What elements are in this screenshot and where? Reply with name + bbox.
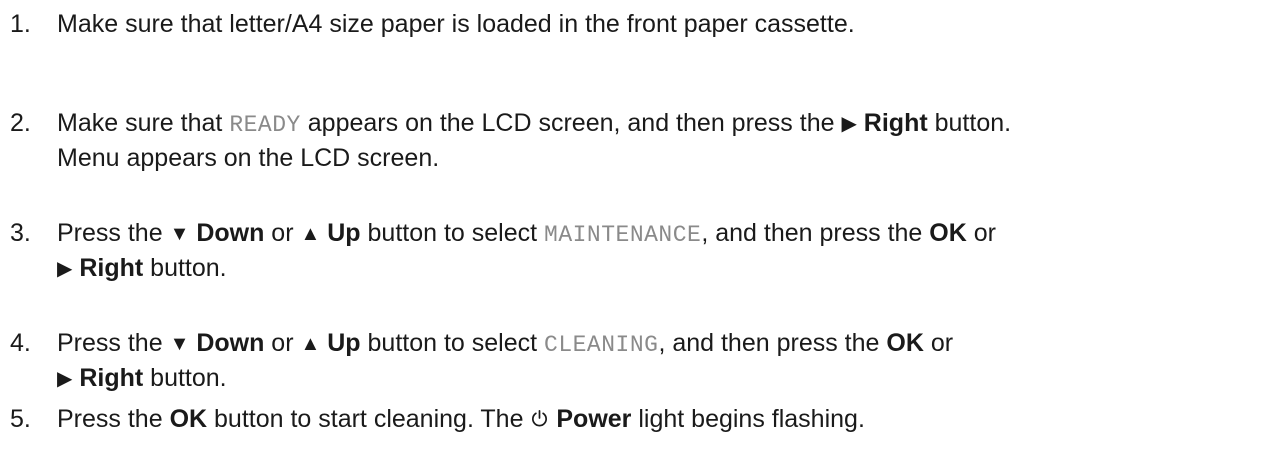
up-arrow-icon: ▲ — [300, 223, 321, 245]
ok-button-label: OK — [169, 405, 208, 433]
step-line: Menu appears on the LCD screen. — [57, 142, 1277, 175]
lcd-text-ready: READY — [229, 112, 301, 138]
right-button-label: Right — [79, 364, 144, 392]
power-icon — [532, 410, 548, 427]
text: button. — [143, 364, 227, 392]
text: or — [264, 219, 301, 247]
step-line: ▶ Right button. — [57, 362, 1277, 396]
text: or — [264, 329, 301, 357]
text: Press the — [57, 405, 170, 433]
step-text: Press the ▼ Down or ▲ Up button to selec… — [57, 327, 1277, 396]
right-button-label: Right — [79, 254, 144, 282]
step-line: Make sure that READY appears on the LCD … — [57, 107, 1277, 142]
text: Make sure that — [57, 109, 230, 137]
step-line: Press the ▼ Down or ▲ Up button to selec… — [57, 217, 1277, 252]
text: Press the — [57, 219, 170, 247]
text: button to select — [360, 329, 545, 357]
text: button to select — [360, 219, 545, 247]
text: , and then press the — [658, 329, 887, 357]
right-arrow-icon: ▶ — [57, 258, 73, 280]
text: button. — [927, 109, 1012, 137]
text: light begins flashing. — [631, 405, 865, 433]
step-line: Make sure that letter/A4 size paper is l… — [57, 8, 1277, 41]
text: button. — [143, 254, 227, 282]
down-button-label: Down — [196, 219, 265, 247]
down-button-label: Down — [196, 329, 265, 357]
text: Make sure that letter/A4 size paper is l… — [57, 10, 855, 38]
step-line: Press the ▼ Down or ▲ Up button to selec… — [57, 327, 1277, 362]
step-number: 1. — [10, 10, 31, 38]
up-arrow-icon: ▲ — [300, 333, 321, 355]
text: button to start cleaning. The — [207, 405, 531, 433]
lcd-text-maintenance: MAINTENANCE — [544, 222, 702, 248]
up-button-label: Up — [327, 219, 361, 247]
step-text: Press the OK button to start cleaning. T… — [57, 403, 1277, 436]
step-text: Make sure that READY appears on the LCD … — [57, 107, 1277, 175]
text: or — [923, 329, 954, 357]
step-number: 5. — [10, 405, 31, 433]
up-button-label: Up — [327, 329, 361, 357]
step-number: 3. — [10, 219, 31, 247]
right-arrow-icon: ▶ — [841, 113, 857, 135]
right-button-label: Right — [863, 109, 928, 137]
step-line: ▶ Right button. — [57, 252, 1277, 286]
text: or — [966, 219, 996, 247]
ok-button-label: OK — [886, 329, 924, 357]
text: Press the — [57, 329, 170, 357]
down-arrow-icon: ▼ — [169, 333, 190, 355]
lcd-text-cleaning: CLEANING — [544, 332, 659, 358]
step-line: Press the OK button to start cleaning. T… — [57, 403, 1277, 436]
step-text: Press the ▼ Down or ▲ Up button to selec… — [57, 217, 1277, 286]
text: appears on the LCD screen, and then pres… — [300, 109, 842, 137]
down-arrow-icon: ▼ — [169, 223, 190, 245]
text: Menu appears on the LCD screen. — [57, 144, 440, 172]
step-text: Make sure that letter/A4 size paper is l… — [57, 8, 1277, 41]
ok-button-label: OK — [929, 219, 967, 247]
step-number: 2. — [10, 109, 31, 137]
text: , and then press the — [701, 219, 930, 247]
step-number: 4. — [10, 329, 31, 357]
power-light-label: Power — [556, 405, 632, 433]
instructions-page: 1. Make sure that letter/A4 size paper i… — [0, 0, 1282, 451]
right-arrow-icon: ▶ — [57, 368, 73, 390]
